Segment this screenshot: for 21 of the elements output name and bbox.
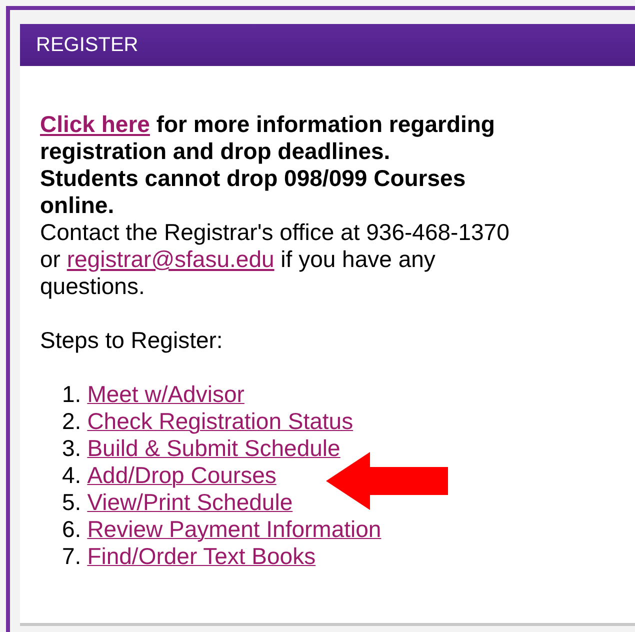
step-link[interactable]: View/Print Schedule [87, 489, 293, 516]
step-link[interactable]: Build & Submit Schedule [87, 435, 340, 462]
step-link[interactable]: Review Payment Information [87, 516, 382, 543]
contact-text: Contact the Registrar's office at 936-468-1370 or registrar@sfasu.edu if you have any questions. [40, 219, 510, 300]
panel-title: REGISTER [36, 33, 138, 58]
drop-warning: Students cannot drop 098/099 Courses online. [40, 165, 467, 219]
email-link[interactable]: registrar@sfasu.edu [66, 246, 274, 272]
step-number: 5. [62, 489, 82, 516]
step-number: 2. [62, 408, 82, 435]
step-number: 3. [62, 435, 82, 462]
step-number: 6. [62, 516, 82, 543]
step-number: 4. [62, 462, 82, 489]
step-link[interactable]: Meet w/Advisor [87, 381, 244, 408]
info-link[interactable]: Click here [40, 111, 150, 137]
step-link[interactable]: Find/Order Text Books [87, 543, 316, 570]
steps-heading: Steps to Register: [40, 327, 224, 354]
step-link[interactable]: Check Registration Status [87, 408, 354, 435]
deadline-notice: Click here for more information regarding registration and drop deadlines. [40, 111, 496, 165]
step-link[interactable]: Add/Drop Courses [87, 462, 276, 489]
step-number: 1. [62, 381, 82, 408]
step-number: 7. [62, 543, 82, 570]
